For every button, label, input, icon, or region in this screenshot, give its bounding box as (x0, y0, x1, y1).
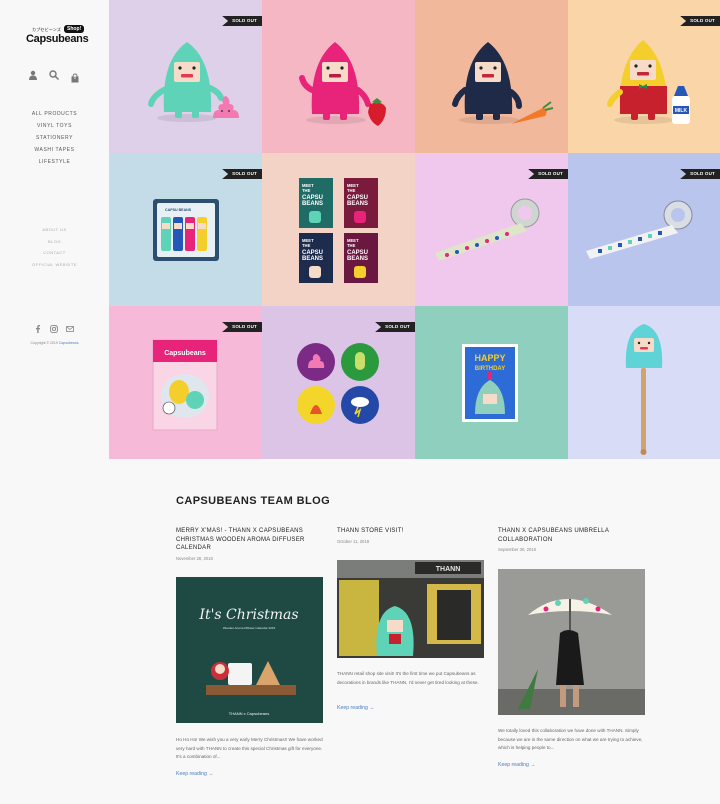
primary-nav: ALL PRODUCTS VINYL TOYS STATIONERY WASHI… (0, 108, 109, 168)
card-text: BEANS (347, 201, 368, 207)
product-tile[interactable]: Capsubeans SOLD OUT (109, 306, 262, 459)
header-icons: 0 (28, 70, 80, 83)
product-image (625, 324, 663, 455)
card-text: THE (347, 188, 356, 193)
post-title[interactable]: THANN STORE VISIT! (337, 527, 484, 536)
nav-about-us[interactable]: ABOUT US (0, 224, 109, 236)
card-text: BEANS (302, 256, 323, 262)
email-icon[interactable] (66, 325, 74, 333)
copyright-link[interactable]: Capsubeans (59, 341, 79, 345)
card-text: BEANS (302, 201, 323, 207)
nav-all-products[interactable]: ALL PRODUCTS (0, 108, 109, 120)
card-text: THE (347, 243, 356, 248)
shop-badge: Shop! (64, 25, 85, 33)
nav-lifestyle[interactable]: LIFESTYLE (0, 156, 109, 168)
copyright-text: Copyright © 2019 (30, 341, 59, 345)
nav-official-website[interactable]: OFFICIAL WEBSITE (0, 259, 109, 271)
post-image-subtitle: Wooden Aroma Diffuser Calendar 2019 (223, 626, 276, 630)
product-tile[interactable]: MILK SOLD OUT (568, 0, 720, 153)
post-excerpt: We totally loved this collaboration we h… (498, 728, 643, 750)
milk-label: MILK (675, 108, 688, 114)
nav-stationery[interactable]: STATIONERY (0, 132, 109, 144)
product-tile[interactable]: SOLD OUT (262, 306, 415, 459)
cart-count: 0 (73, 74, 77, 80)
brand-logo[interactable]: カプセビーンズ Capsubeans Shop! (24, 25, 89, 47)
copyright: Copyright © 2019 Capsubeans (0, 341, 109, 345)
product-grid: SOLD OUT MILK SOLD OUT CAPSU BEANS SOLD … (109, 0, 720, 459)
nav-contact[interactable]: CONTACT (0, 247, 109, 259)
post-title[interactable]: MERRY X'MAS! - THANN X CAPSUBEANS CHRIST… (176, 527, 323, 553)
blog-post: THANN X CAPSUBEANS UMBRELLA COLLABORATIO… (498, 527, 645, 552)
product-image (452, 42, 554, 124)
cart-icon[interactable]: 0 (70, 70, 80, 83)
post-date: November 28, 2018 (176, 555, 213, 561)
keep-reading-link[interactable]: Keep reading → (337, 705, 375, 711)
card-text: THE (302, 188, 311, 193)
product-tile[interactable]: SOLD OUT (415, 153, 568, 306)
post-date: October 11, 2018 (337, 538, 370, 544)
product-tile[interactable]: MEET THE CAPSU BEANS MEET THE CAPSU BEAN… (262, 153, 415, 306)
sticker-brand: Capsubeans (164, 350, 206, 357)
secondary-nav: ABOUT US BLOG CONTACT OFFICIAL WEBSITE (0, 224, 109, 270)
blog-post: MERRY X'MAS! - THANN X CAPSUBEANS CHRIST… (176, 527, 323, 561)
post-image[interactable] (498, 569, 645, 715)
blog-section: CAPSUBEANS TEAM BLOG (176, 495, 646, 507)
store-sign: THANN (436, 566, 461, 573)
product-image: HAPPY BIRTHDAY (462, 344, 518, 422)
instagram-icon[interactable] (50, 325, 58, 333)
pack-brand: CAPSU BEANS (165, 208, 192, 212)
user-icon[interactable] (28, 70, 38, 80)
post-excerpt: Ho Ho Ho! We wish you a very early Merry… (176, 737, 323, 759)
product-image: MEET THE CAPSU BEANS MEET THE CAPSU BEAN… (299, 178, 378, 283)
product-image (299, 42, 386, 126)
blog-heading: CAPSUBEANS TEAM BLOG (176, 495, 331, 507)
brand-name: Capsubeans (26, 33, 89, 45)
product-tile[interactable]: SOLD OUT (109, 0, 262, 153)
card-birthday-2: BIRTHDAY (475, 366, 505, 372)
post-image[interactable]: THANN (337, 560, 484, 658)
card-text: THE (302, 243, 311, 248)
product-tile[interactable]: SOLD OUT (568, 153, 720, 306)
product-tile[interactable]: HAPPY BIRTHDAY (415, 306, 568, 459)
sidebar: カプセビーンズ Capsubeans Shop! 0 ALL PRODUCTS … (0, 0, 109, 804)
post-excerpt: THANN retail shop site visit! It's the f… (337, 671, 479, 685)
social-links (34, 325, 74, 333)
product-tile[interactable]: CAPSU BEANS SOLD OUT (109, 153, 262, 306)
post-date: September 30, 2018 (498, 547, 536, 552)
keep-reading-link[interactable]: Keep reading → (498, 762, 536, 768)
post-image[interactable]: It's Christmas Wooden Aroma Diffuser Cal… (176, 577, 323, 723)
post-image-brand: THANN x Capsubeans (229, 711, 269, 716)
search-icon[interactable] (49, 70, 59, 80)
product-tile[interactable] (568, 306, 720, 459)
product-tile[interactable] (262, 0, 415, 153)
nav-washi-tapes[interactable]: WASHI TAPES (0, 144, 109, 156)
keep-reading-link[interactable]: Keep reading → (176, 771, 214, 777)
card-text: BEANS (347, 256, 368, 262)
post-image-title: It's Christmas (198, 607, 298, 623)
post-title[interactable]: THANN X CAPSUBEANS UMBRELLA COLLABORATIO… (498, 527, 645, 544)
card-birthday-1: HAPPY (474, 353, 505, 363)
product-tile[interactable] (415, 0, 568, 153)
nav-vinyl-toys[interactable]: VINYL TOYS (0, 120, 109, 132)
facebook-icon[interactable] (34, 325, 42, 333)
blog-post: THANN STORE VISIT! October 11, 2018 (337, 527, 484, 544)
nav-blog[interactable]: BLOG (0, 236, 109, 248)
